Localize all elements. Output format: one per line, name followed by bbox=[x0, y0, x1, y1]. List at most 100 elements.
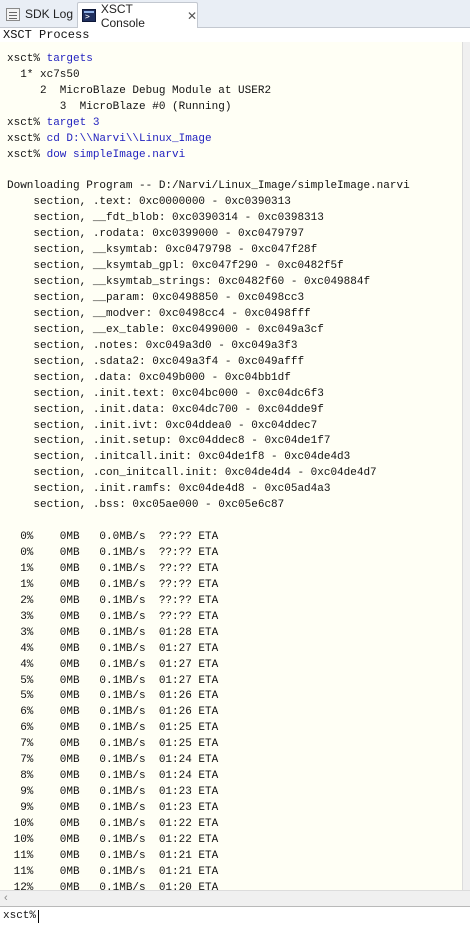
horizontal-scrollbar[interactable]: ‹ bbox=[0, 890, 470, 906]
console-output-text: section, .init.setup: 0xc04ddec8 - 0xc04… bbox=[7, 435, 331, 448]
console-line: 3 MicroBlaze #0 (Running) bbox=[7, 100, 410, 116]
console-output-text: section, .sdata2: 0xc049a3f4 - 0xc049aff… bbox=[7, 355, 305, 368]
console-output-text: section, .rodata: 0xc0399000 - 0xc047979… bbox=[7, 228, 305, 241]
console-line: xsct% target 3 bbox=[7, 116, 410, 132]
console-input[interactable]: xsct% bbox=[0, 907, 470, 933]
console-line: 11% 0MB 0.1MB/s 01:21 ETA bbox=[7, 849, 410, 865]
console-output-text: section, .init.ramfs: 0xc04de4d8 - 0xc05… bbox=[7, 483, 331, 496]
console-line: section, .con_initcall.init: 0xc04de4d4 … bbox=[7, 466, 410, 482]
console-prompt: xsct% bbox=[7, 132, 47, 145]
console-prompt: xsct% bbox=[7, 148, 47, 161]
console-output-text: section, .con_initcall.init: 0xc04de4d4 … bbox=[7, 467, 377, 480]
scroll-left-icon[interactable]: ‹ bbox=[4, 892, 8, 904]
console-output-text: section, __ksymtab_strings: 0xc0482f60 -… bbox=[7, 276, 371, 289]
console-output-text: section, __ksymtab_gpl: 0xc047f290 - 0xc… bbox=[7, 260, 344, 273]
console-output-text: section, __ex_table: 0xc0499000 - 0xc049… bbox=[7, 323, 324, 336]
console-line: 10% 0MB 0.1MB/s 01:22 ETA bbox=[7, 833, 410, 849]
console-line: 9% 0MB 0.1MB/s 01:23 ETA bbox=[7, 801, 410, 817]
console-prompt: xsct% bbox=[7, 116, 47, 129]
console-output-text: section, __param: 0xc0498850 - 0xc0498cc… bbox=[7, 292, 305, 304]
console-line: 4% 0MB 0.1MB/s 01:27 ETA bbox=[7, 642, 410, 658]
console-line: 3% 0MB 0.1MB/s ??:?? ETA bbox=[7, 610, 410, 626]
console-output-text: 12% 0MB 0.1MB/s 01:20 ETA bbox=[7, 881, 219, 890]
console-output-text: section, __fdt_blob: 0xc0390314 - 0xc039… bbox=[7, 212, 324, 225]
console-line: section, .text: 0xc0000000 - 0xc0390313 bbox=[7, 195, 410, 211]
console-command: cd D:\\Narvi\\Linux_Image bbox=[46, 132, 212, 145]
console-output-text: section, .text: 0xc0000000 - 0xc0390313 bbox=[7, 196, 291, 209]
console-output-text: section, .init.data: 0xc04dc700 - 0xc04d… bbox=[7, 403, 324, 416]
console-line: 1% 0MB 0.1MB/s ??:?? ETA bbox=[7, 562, 410, 578]
console-output-text: section, __modver: 0xc0498cc4 - 0xc0498f… bbox=[7, 307, 311, 320]
console-output-text: section, .init.text: 0xc04bc000 - 0xc04d… bbox=[7, 387, 324, 400]
tab-xsct-console[interactable]: XSCT Console ✕ bbox=[77, 1, 198, 30]
console-output-text: 3 MicroBlaze #0 (Running) bbox=[7, 100, 232, 113]
vertical-scrollbar[interactable] bbox=[462, 42, 470, 890]
tab-xsct-console-label: XSCT Console bbox=[100, 1, 145, 30]
tab-sdk-log-label: SDK Log bbox=[25, 7, 74, 21]
console-line: section, .init.ramfs: 0xc04de4d8 - 0xc05… bbox=[7, 482, 410, 498]
console-output-text: 1% 0MB 0.1MB/s ??:?? ETA bbox=[7, 562, 219, 575]
console-output-text: 5% 0MB 0.1MB/s 01:26 ETA bbox=[7, 690, 219, 703]
console-output-text: 2% 0MB 0.1MB/s ??:?? ETA bbox=[7, 594, 219, 607]
console-line: 3% 0MB 0.1MB/s 01:28 ETA bbox=[7, 626, 410, 642]
console-output-text: 8% 0MB 0.1MB/s 01:24 ETA bbox=[7, 770, 219, 783]
console-output-text: 3% 0MB 0.1MB/s ??:?? ETA bbox=[7, 610, 219, 623]
console-line: 0% 0MB 0.0MB/s ??:?? ETA bbox=[7, 530, 410, 546]
console-output-text: 5% 0MB 0.1MB/s 01:27 ETA bbox=[7, 674, 219, 687]
console-output-text: 1* xc7s50 bbox=[7, 68, 80, 81]
console-line: section, __ksymtab_strings: 0xc0482f60 -… bbox=[7, 275, 410, 291]
console-prompt: xsct% bbox=[7, 52, 47, 65]
console-output-text: section, .notes: 0xc049a3d0 - 0xc049a3f3 bbox=[7, 339, 298, 352]
tab-sdk-log[interactable]: SDK Log bbox=[2, 2, 76, 26]
console-line: xsct% cd D:\\Narvi\\Linux_Image bbox=[7, 132, 410, 148]
text-caret bbox=[38, 910, 39, 923]
console-output-text bbox=[7, 42, 238, 49]
console-output-text: 0% 0MB 0.0MB/s ??:?? ETA bbox=[7, 531, 219, 544]
console-output-text: 7% 0MB 0.1MB/s 01:24 ETA bbox=[7, 754, 219, 767]
console-output-text: section, .init.ivt: 0xc04ddea0 - 0xc04dd… bbox=[7, 419, 318, 432]
console-line bbox=[7, 42, 410, 52]
console-line: xsct% dow simpleImage.narvi bbox=[7, 148, 410, 164]
console-command: targets bbox=[46, 52, 93, 65]
console-command: dow simpleImage.narvi bbox=[46, 148, 186, 161]
console-line: section, __param: 0xc0498850 - 0xc0498cc… bbox=[7, 291, 410, 307]
console-output-text: 0% 0MB 0.1MB/s ??:?? ETA bbox=[7, 547, 219, 559]
console-line: 7% 0MB 0.1MB/s 01:24 ETA bbox=[7, 753, 410, 769]
console-line: 10% 0MB 0.1MB/s 01:22 ETA bbox=[7, 817, 410, 833]
view-tab-bar: SDK Log XSCT Console ✕ bbox=[0, 0, 470, 30]
console-output-text: 6% 0MB 0.1MB/s 01:26 ETA bbox=[7, 706, 219, 719]
console-output-text: 10% 0MB 0.1MB/s 01:22 ETA bbox=[7, 833, 219, 846]
console-line: 4% 0MB 0.1MB/s 01:27 ETA bbox=[7, 658, 410, 674]
console-line: section, .bss: 0xc05ae000 - 0xc05e6c87 bbox=[7, 498, 410, 514]
console-output-text: 10% 0MB 0.1MB/s 01:22 ETA bbox=[7, 817, 219, 830]
console-output-text: 1% 0MB 0.1MB/s ??:?? ETA bbox=[7, 578, 219, 591]
close-icon[interactable]: ✕ bbox=[187, 9, 197, 23]
log-icon bbox=[6, 7, 20, 21]
console-output-text: section, .bss: 0xc05ae000 - 0xc05e6c87 bbox=[7, 499, 285, 512]
console-output-text: section, .initcall.init: 0xc04de1f8 - 0x… bbox=[7, 451, 351, 464]
process-label: XSCT Process bbox=[3, 28, 90, 42]
console-line: xsct% targets bbox=[7, 52, 410, 68]
console-line: section, __ksymtab: 0xc0479798 - 0xc047f… bbox=[7, 243, 410, 259]
console-line: section, .rodata: 0xc0399000 - 0xc047979… bbox=[7, 227, 410, 243]
console-line: Downloading Program -- D:/Narvi/Linux_Im… bbox=[7, 179, 410, 195]
console-line: section, __modver: 0xc0498cc4 - 0xc0498f… bbox=[7, 307, 410, 323]
console-line: 2% 0MB 0.1MB/s ??:?? ETA bbox=[7, 594, 410, 610]
console-lines: xsct% targets 1* xc7s50 2 MicroBlaze Deb… bbox=[0, 42, 410, 890]
console-line: 5% 0MB 0.1MB/s 01:27 ETA bbox=[7, 674, 410, 690]
console-output-text: section, .data: 0xc049b000 - 0xc04bb1df bbox=[7, 371, 291, 384]
console-line: section, .data: 0xc049b000 - 0xc04bb1df bbox=[7, 371, 410, 387]
console-line: section, __fdt_blob: 0xc0390314 - 0xc039… bbox=[7, 211, 410, 227]
console-output-text: 11% 0MB 0.1MB/s 01:21 ETA bbox=[7, 849, 219, 862]
console-line: 6% 0MB 0.1MB/s 01:25 ETA bbox=[7, 721, 410, 737]
console-line: section, .init.ivt: 0xc04ddea0 - 0xc04dd… bbox=[7, 419, 410, 435]
console-line: 11% 0MB 0.1MB/s 01:21 ETA bbox=[7, 865, 410, 881]
console-output-text: 6% 0MB 0.1MB/s 01:25 ETA bbox=[7, 722, 219, 735]
console-line: section, .notes: 0xc049a3d0 - 0xc049a3f3 bbox=[7, 339, 410, 355]
console-output[interactable]: xsct% targets 1* xc7s50 2 MicroBlaze Deb… bbox=[0, 42, 462, 890]
console-line: 1* xc7s50 bbox=[7, 68, 410, 84]
console-output-text: 2 MicroBlaze Debug Module at USER2 bbox=[7, 84, 272, 97]
console-line: 12% 0MB 0.1MB/s 01:20 ETA bbox=[7, 881, 410, 890]
